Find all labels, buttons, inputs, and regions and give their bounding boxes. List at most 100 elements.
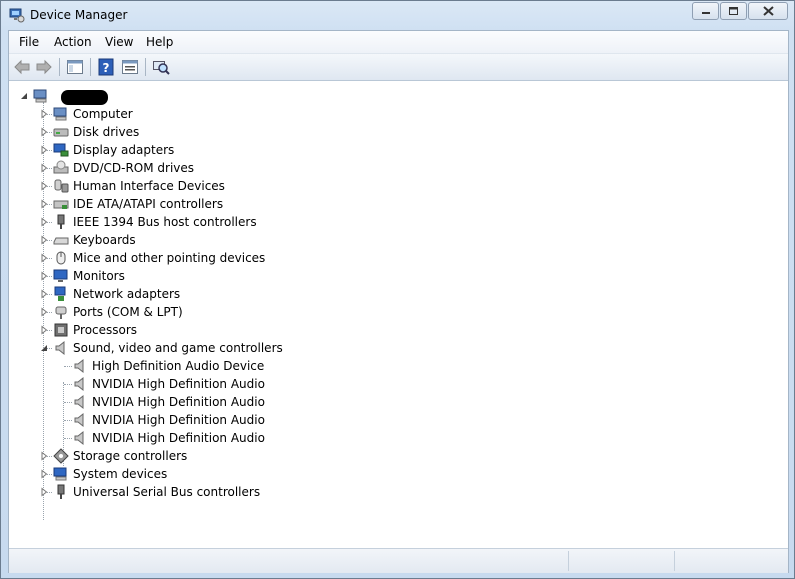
- expand-arrow-icon[interactable]: [39, 469, 49, 479]
- tree-item[interactable]: Disk drives: [9, 123, 409, 141]
- window-controls: [691, 2, 788, 20]
- menu-action[interactable]: Action: [54, 35, 92, 49]
- tree-item-label: Storage controllers: [73, 449, 188, 463]
- tree-item[interactable]: Human Interface Devices: [9, 177, 409, 195]
- network-adapter-icon: [54, 286, 66, 301]
- expand-arrow-icon[interactable]: [39, 451, 49, 461]
- tree-item[interactable]: System devices: [9, 465, 409, 483]
- expand-arrow-icon[interactable]: [39, 487, 49, 497]
- close-icon: [762, 6, 774, 16]
- tree-item[interactable]: Processors: [9, 321, 409, 339]
- speaker-icon: [74, 376, 84, 392]
- tree-item[interactable]: Display adapters: [9, 141, 409, 159]
- tree-item-label: System devices: [73, 467, 168, 481]
- restore-icon: [729, 7, 738, 15]
- tree-item[interactable]: Storage controllers: [9, 447, 409, 465]
- expand-arrow-icon[interactable]: [39, 253, 49, 263]
- show-hide-console-tree-button[interactable]: [66, 58, 84, 76]
- status-panel: [674, 551, 789, 571]
- device-tree: Computer Disk drives Display adapters DVD/C…: [9, 82, 788, 545]
- properties-icon: [122, 60, 138, 74]
- collapse-arrow-icon[interactable]: [19, 91, 29, 101]
- tree-item-label: Display adapters: [73, 143, 175, 157]
- monitor-icon: [53, 269, 68, 282]
- status-bar: [9, 548, 788, 573]
- tree-child-item[interactable]: NVIDIA High Definition Audio: [9, 429, 409, 447]
- expand-arrow-icon[interactable]: [39, 307, 49, 317]
- minimize-button[interactable]: [692, 2, 719, 20]
- tree-item[interactable]: Network adapters: [9, 285, 409, 303]
- expand-arrow-icon[interactable]: [39, 289, 49, 299]
- tree-child-item[interactable]: NVIDIA High Definition Audio: [9, 393, 409, 411]
- back-button[interactable]: [13, 58, 31, 76]
- tree-item-label: Monitors: [73, 269, 125, 283]
- tree-item[interactable]: IDE ATA/ATAPI controllers: [9, 195, 409, 213]
- scan-hardware-icon: [153, 61, 170, 75]
- mouse-icon: [56, 251, 66, 265]
- tree-root[interactable]: [9, 87, 409, 105]
- port-icon: [55, 306, 67, 319]
- dvd-drive-icon: [53, 160, 69, 174]
- restore-button[interactable]: [720, 2, 747, 20]
- tree-item[interactable]: Keyboards: [9, 231, 409, 249]
- tree-child-item[interactable]: NVIDIA High Definition Audio: [9, 411, 409, 429]
- help-button[interactable]: ?: [97, 58, 115, 76]
- tree-connector: [64, 366, 72, 367]
- tree-child-item[interactable]: High Definition Audio Device: [9, 357, 409, 375]
- computer-icon: [33, 89, 47, 103]
- expand-arrow-icon[interactable]: [39, 127, 49, 137]
- menu-help[interactable]: Help: [146, 35, 173, 49]
- keyboard-icon: [53, 237, 69, 245]
- tree-item[interactable]: Mice and other pointing devices: [9, 249, 409, 267]
- minimize-icon: [701, 12, 710, 14]
- tree-item[interactable]: Sound, video and game controllers: [9, 339, 409, 357]
- tree-connector: [64, 402, 72, 403]
- title-bar[interactable]: Device Manager: [1, 1, 794, 29]
- tree-child-label: High Definition Audio Device: [92, 359, 265, 373]
- tree-item-label: Network adapters: [73, 287, 181, 301]
- tree-item-label: Disk drives: [73, 125, 140, 139]
- speaker-icon: [74, 430, 84, 446]
- tree-item-label: DVD/CD-ROM drives: [73, 161, 195, 175]
- display-adapter-icon: [53, 143, 69, 157]
- collapse-arrow-icon[interactable]: [39, 343, 49, 353]
- tree-child-label: NVIDIA High Definition Audio: [92, 413, 265, 427]
- tree-item-label: IDE ATA/ATAPI controllers: [73, 197, 224, 211]
- expand-arrow-icon[interactable]: [39, 199, 49, 209]
- expand-arrow-icon[interactable]: [39, 181, 49, 191]
- system-device-icon: [53, 467, 67, 481]
- storage-controller-icon: [53, 448, 69, 464]
- device-manager-window: Device Manager File Action View Help ? C…: [0, 0, 795, 579]
- expand-arrow-icon[interactable]: [39, 163, 49, 173]
- disk-drive-icon: [53, 128, 69, 137]
- speaker-icon: [55, 340, 65, 356]
- tree-item[interactable]: Computer: [9, 105, 409, 123]
- redacted-computer-name: [61, 90, 108, 105]
- expand-arrow-icon[interactable]: [39, 271, 49, 281]
- tree-item[interactable]: IEEE 1394 Bus host controllers: [9, 213, 409, 231]
- help-icon: ?: [98, 58, 114, 76]
- expand-arrow-icon[interactable]: [39, 235, 49, 245]
- scan-hardware-button[interactable]: [152, 58, 170, 76]
- tree-child-label: NVIDIA High Definition Audio: [92, 377, 265, 391]
- tree-item[interactable]: Ports (COM & LPT): [9, 303, 409, 321]
- tree-child-label: NVIDIA High Definition Audio: [92, 431, 265, 445]
- tree-child-item[interactable]: NVIDIA High Definition Audio: [9, 375, 409, 393]
- expand-arrow-icon[interactable]: [39, 109, 49, 119]
- menu-file[interactable]: File: [19, 35, 39, 49]
- tree-item[interactable]: DVD/CD-ROM drives: [9, 159, 409, 177]
- tree-item[interactable]: Monitors: [9, 267, 409, 285]
- expand-arrow-icon[interactable]: [39, 217, 49, 227]
- menu-view[interactable]: View: [105, 35, 133, 49]
- tree-item-label: Sound, video and game controllers: [73, 341, 283, 355]
- expand-arrow-icon[interactable]: [39, 325, 49, 335]
- tree-connector: [64, 420, 72, 421]
- arrow-right-icon: [36, 59, 52, 75]
- close-button[interactable]: [748, 2, 788, 20]
- speaker-icon: [74, 394, 84, 410]
- forward-button[interactable]: [35, 58, 53, 76]
- tree-item[interactable]: Universal Serial Bus controllers: [9, 483, 409, 501]
- properties-button[interactable]: [121, 58, 139, 76]
- expand-arrow-icon[interactable]: [39, 145, 49, 155]
- menu-bar: File Action View Help: [9, 31, 788, 54]
